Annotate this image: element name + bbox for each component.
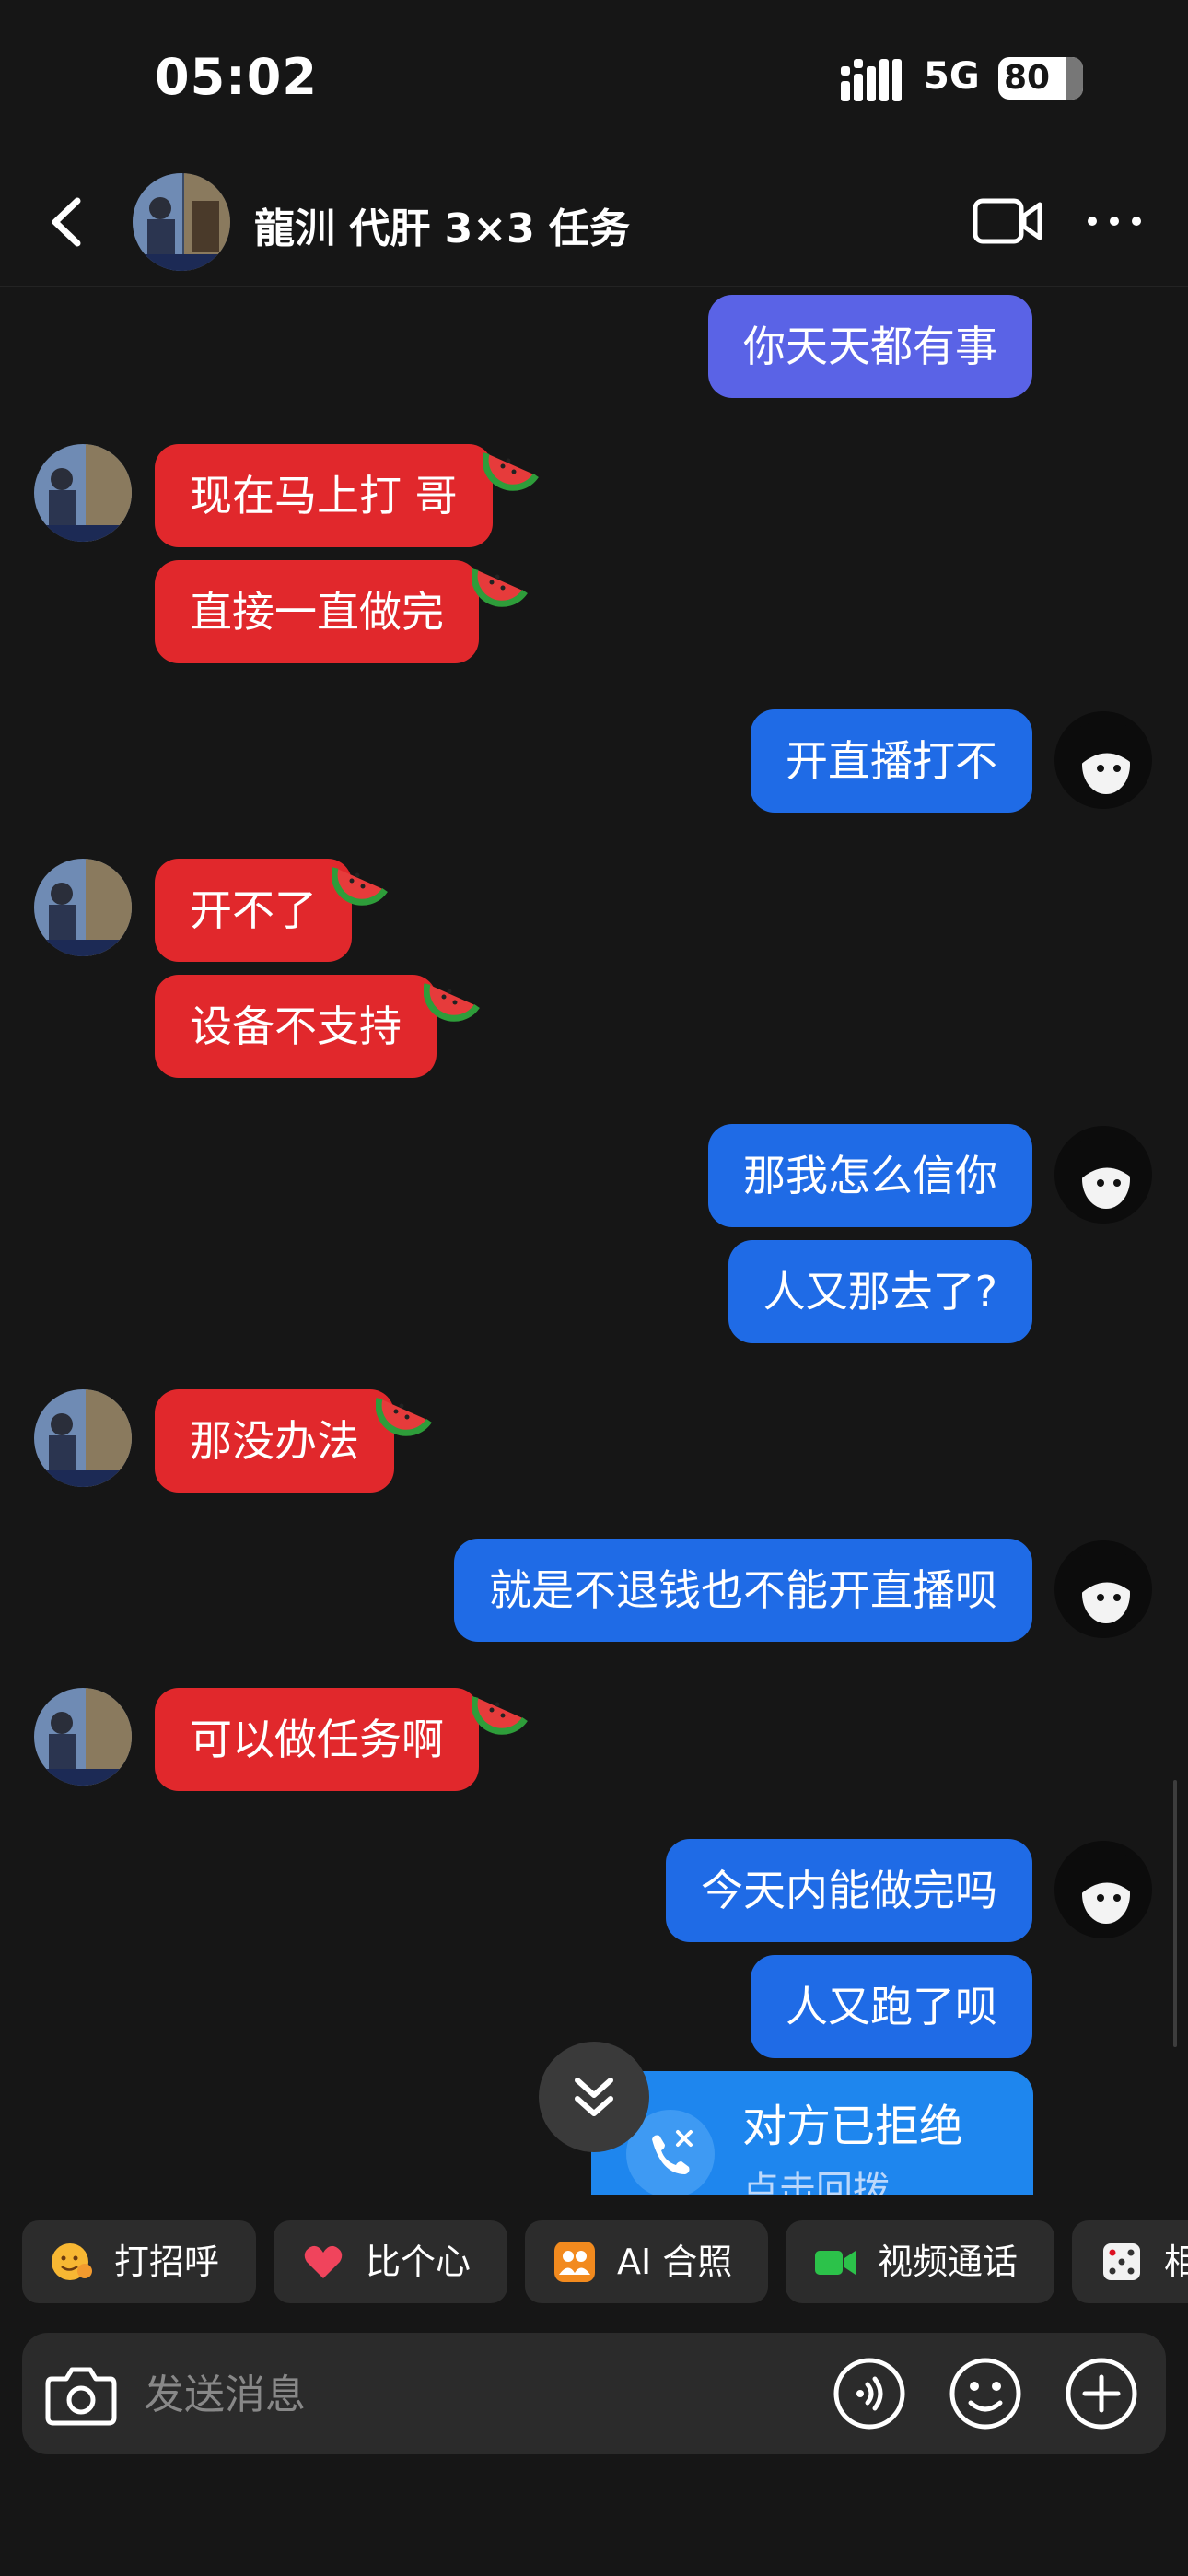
watermelon-icon [472,1696,528,1735]
my-avatar[interactable] [1054,1540,1152,1638]
watermelon-icon [376,1398,432,1436]
voice-message-icon[interactable] [833,2357,906,2430]
chip-label: AI 合照 [617,2242,733,2282]
outgoing-message[interactable]: 就是不退钱也不能开直播呗 [454,1539,1032,1642]
incoming-message[interactable]: 设备不支持 [155,975,437,1078]
scrollbar[interactable] [1173,1780,1177,2047]
add-plus-icon[interactable] [1065,2357,1138,2430]
message-list[interactable]: 你天天都有事 现在马上打 哥 直接一直做完 开直播打不 开不了 设备不支持 那我… [0,287,1188,2195]
contact-avatar[interactable] [34,859,132,956]
my-avatar[interactable] [1054,1841,1152,1938]
call-back-link[interactable]: 点击回拨 [742,2160,890,2195]
video-call-icon [815,2251,856,2275]
status-time: 05:02 [155,48,318,106]
outgoing-message[interactable]: 人又那去了? [728,1240,1032,1343]
wave-emoji-icon [52,2243,92,2280]
scroll-to-bottom-button[interactable] [539,2042,649,2152]
back-arrow-icon[interactable] [41,190,96,254]
chip-label: 比个心 [366,2242,472,2282]
outgoing-message[interactable]: 人又跑了呗 [751,1955,1032,2058]
network-type: 5G [924,55,980,98]
call-status-title: 对方已拒绝 [742,2101,964,2152]
quick-action-chips: 打招呼 比个心 AI 合照 视频通话 相 [0,2220,1188,2309]
outgoing-message[interactable]: 开直播打不 [751,709,1032,813]
battery-indicator: 80 [998,57,1083,100]
contact-avatar[interactable] [133,173,230,271]
chat-header: 龍汌 代肝 3×3 任务 [0,157,1188,287]
my-avatar[interactable] [1054,1126,1152,1224]
chip-label: 视频通话 [878,2242,1019,2282]
double-chevron-down-icon [575,2078,613,2116]
incoming-message[interactable]: 可以做任务啊 [155,1688,479,1791]
message-input[interactable] [142,2360,735,2429]
chip-ai-photo[interactable]: AI 合照 [525,2220,768,2303]
dice-icon [1103,2243,1140,2280]
watermelon-icon [332,867,388,906]
ai-photo-icon [554,2242,595,2282]
contact-avatar[interactable] [34,1688,132,1786]
chip-dice[interactable]: 相 [1072,2220,1188,2303]
watermelon-icon [472,568,528,607]
contact-avatar[interactable] [34,1389,132,1487]
chat-title: 龍汌 代肝 3×3 任务 [254,205,631,252]
video-call-icon[interactable] [973,193,1042,249]
camera-icon[interactable] [44,2359,118,2429]
emoji-icon[interactable] [949,2357,1022,2430]
watermelon-icon [483,452,539,491]
my-avatar[interactable] [1054,711,1152,809]
incoming-message[interactable]: 直接一直做完 [155,560,479,663]
rejected-call-card[interactable]: 对方已拒绝 点击回拨 [591,2071,1033,2195]
status-bar: 05:02 5G 80 [0,0,1188,157]
heart-icon [304,2245,343,2278]
outgoing-message[interactable]: 那我怎么信你 [708,1124,1032,1227]
contact-avatar[interactable] [34,444,132,542]
chip-greet[interactable]: 打招呼 [22,2220,256,2303]
chip-label: 打招呼 [114,2242,220,2282]
incoming-message[interactable]: 那没办法 [155,1389,394,1493]
watermelon-icon [424,983,480,1022]
more-options-icon[interactable] [1085,201,1144,241]
battery-level: 80 [1004,59,1051,97]
message-input-bar [22,2333,1166,2454]
outgoing-message[interactable]: 今天内能做完吗 [666,1839,1032,1942]
outgoing-message[interactable]: 你天天都有事 [708,295,1032,398]
chip-heart[interactable]: 比个心 [274,2220,507,2303]
chip-video-call[interactable]: 视频通话 [786,2220,1054,2303]
incoming-message[interactable]: 现在马上打 哥 [155,444,493,547]
signal-icon [841,59,902,101]
chip-label: 相 [1164,2242,1188,2282]
incoming-message[interactable]: 开不了 [155,859,352,962]
